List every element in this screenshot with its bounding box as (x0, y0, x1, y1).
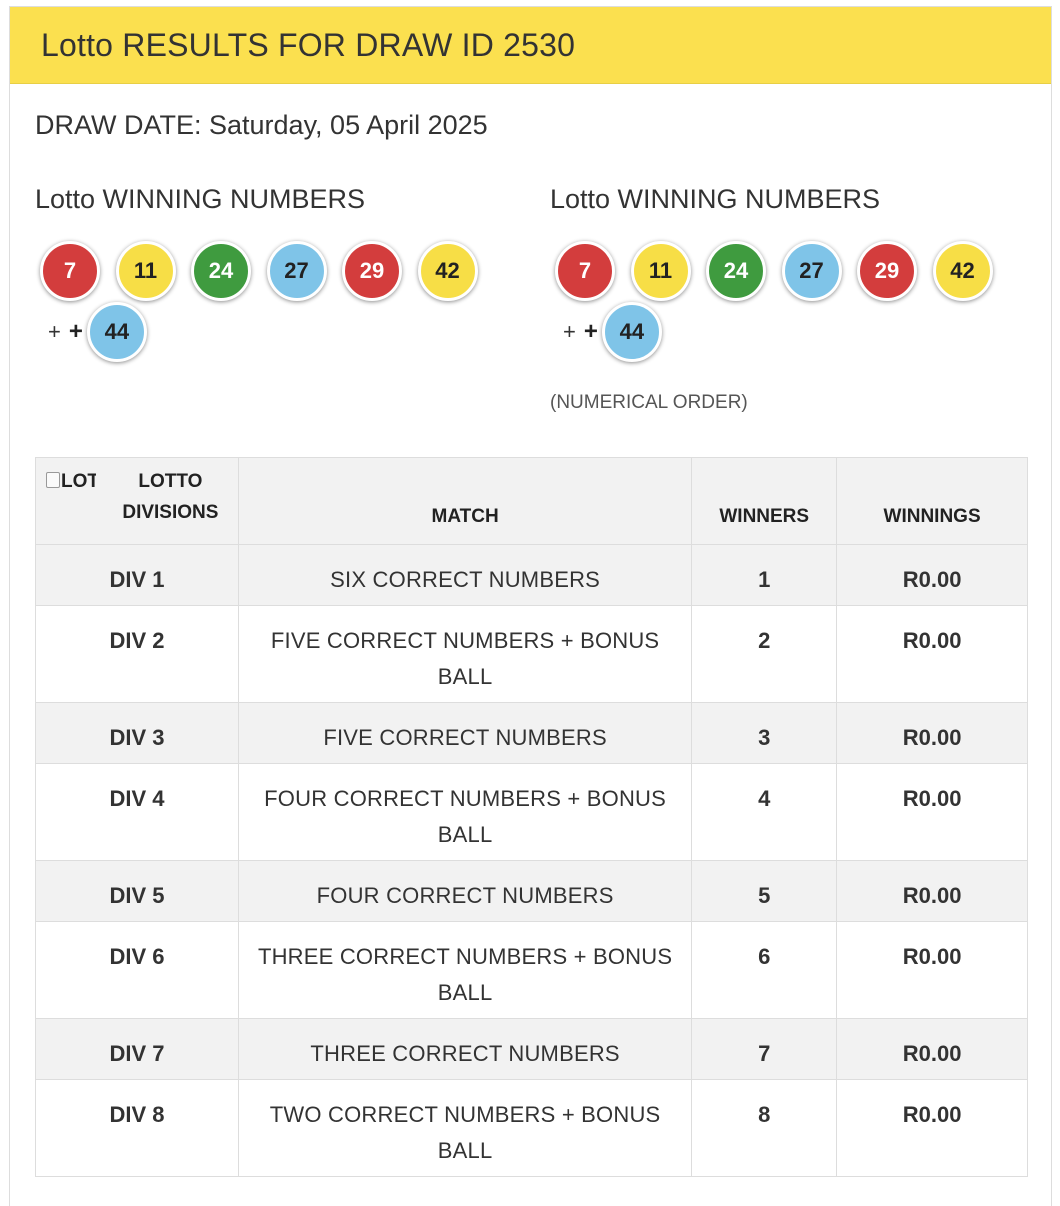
broken-image-icon: LOTTO (46, 472, 96, 504)
winnings-cell: R0.00 (836, 763, 1028, 861)
draw-date: DRAW DATE: Saturday, 05 April 2025 (35, 110, 488, 140)
image-alt-text: LOTTO (61, 472, 96, 492)
numerical-order-note: (NUMERICAL ORDER) (550, 392, 748, 413)
winners-cell: 5 (691, 860, 838, 922)
table-row: DIV 2 FIVE CORRECT NUMBERS + BONUS BALL … (35, 605, 1028, 703)
table-row: DIV 1 SIX CORRECT NUMBERS 1 R0.00 (35, 544, 1028, 606)
bonus-row-sorted: + + 44 (563, 302, 677, 362)
lotto-ball: 24 (706, 241, 766, 301)
table-row: DIV 5 FOUR CORRECT NUMBERS 5 R0.00 (35, 860, 1028, 922)
division-cell: DIV 1 (35, 544, 239, 606)
page-title: Lotto RESULTS FOR DRAW ID 2530 (41, 26, 576, 63)
match-cell: FIVE CORRECT NUMBERS (237, 702, 693, 764)
table-row: DIV 6 THREE CORRECT NUMBERS + BONUS BALL… (35, 921, 1028, 1019)
image-placeholder-icon (46, 472, 60, 488)
lotto-ball: 11 (115, 241, 176, 301)
match-cell: THREE CORRECT NUMBERS (237, 1018, 693, 1080)
winners-cell: 6 (691, 921, 838, 1019)
header-winners: WINNERS (691, 457, 838, 545)
division-cell: DIV 7 (35, 1018, 239, 1080)
bonus-row: + + 44 (48, 302, 162, 362)
lotto-ball: 42 (417, 241, 478, 301)
winners-cell: 7 (691, 1018, 838, 1080)
winnings-cell: R0.00 (836, 605, 1028, 703)
lotto-ball: 27 (266, 241, 327, 301)
lotto-ball: 29 (857, 241, 917, 301)
results-panel: Lotto RESULTS FOR DRAW ID 2530 DRAW DATE… (9, 6, 1052, 1206)
match-cell: SIX CORRECT NUMBERS (237, 544, 693, 606)
winnings-cell: R0.00 (836, 702, 1028, 764)
winning-numbers-title-sorted: Lotto WINNING NUMBERS (550, 184, 881, 214)
table-row: DIV 4 FOUR CORRECT NUMBERS + BONUS BALL … (35, 763, 1028, 861)
winners-cell: 2 (691, 605, 838, 703)
winners-cell: 4 (691, 763, 838, 861)
plus-sign-bold: + (68, 318, 83, 345)
lotto-ball: 27 (781, 241, 842, 301)
table-row: DIV 8 TWO CORRECT NUMBERS + BONUS BALL 8… (35, 1079, 1028, 1177)
match-cell: FIVE CORRECT NUMBERS + BONUS BALL (237, 605, 693, 703)
division-cell: DIV 3 (35, 702, 239, 764)
bonus-ball: 44 (86, 302, 147, 362)
division-cell: DIV 2 (35, 605, 239, 703)
plus-sign: + (48, 319, 61, 344)
division-cell: DIV 8 (35, 1079, 239, 1177)
bonus-ball: 44 (601, 302, 662, 362)
table-row: DIV 7 THREE CORRECT NUMBERS 7 R0.00 (35, 1018, 1028, 1080)
winnings-cell: R0.00 (836, 1018, 1028, 1080)
lotto-ball: 7 (555, 241, 615, 301)
winners-cell: 1 (691, 544, 838, 606)
lotto-ball: 29 (342, 241, 402, 301)
winnings-cell: R0.00 (836, 860, 1028, 922)
winnings-cell: R0.00 (836, 1079, 1028, 1177)
lotto-ball: 11 (630, 241, 691, 301)
match-cell: THREE CORRECT NUMBERS + BONUS BALL (237, 921, 693, 1019)
lotto-ball: 7 (40, 241, 100, 301)
division-cell: DIV 6 (35, 921, 239, 1019)
table-header-row: LOTTO LOTTO DIVISIONS MATCH WINNERS WINN… (35, 457, 1028, 545)
winners-cell: 8 (691, 1079, 838, 1177)
winnings-cell: R0.00 (836, 921, 1028, 1019)
header-divisions: LOTTO LOTTO DIVISIONS (35, 457, 239, 545)
header-winnings: WINNINGS (836, 457, 1028, 545)
lotto-ball: 42 (932, 241, 993, 301)
match-cell: TWO CORRECT NUMBERS + BONUS BALL (237, 1079, 693, 1177)
plus-sign: + (563, 319, 576, 344)
plus-sign-bold: + (583, 318, 598, 345)
header-divisions-label: LOTTO DIVISIONS (122, 471, 219, 523)
lotto-ball: 24 (191, 241, 251, 301)
winning-numbers-title: Lotto WINNING NUMBERS (35, 184, 366, 214)
header-match: MATCH (237, 457, 693, 545)
winning-balls-sorted: 7 11 24 27 29 42 (555, 241, 1008, 301)
divisions-table: LOTTO LOTTO DIVISIONS MATCH WINNERS WINN… (35, 457, 1028, 1177)
panel-header: Lotto RESULTS FOR DRAW ID 2530 (10, 7, 1051, 84)
match-cell: FOUR CORRECT NUMBERS + BONUS BALL (237, 763, 693, 861)
winning-balls: 7 11 24 27 29 42 (40, 241, 493, 301)
match-cell: FOUR CORRECT NUMBERS (237, 860, 693, 922)
division-cell: DIV 5 (35, 860, 239, 922)
division-cell: DIV 4 (35, 763, 239, 861)
winnings-cell: R0.00 (836, 544, 1028, 606)
table-row: DIV 3 FIVE CORRECT NUMBERS 3 R0.00 (35, 702, 1028, 764)
winners-cell: 3 (691, 702, 838, 764)
